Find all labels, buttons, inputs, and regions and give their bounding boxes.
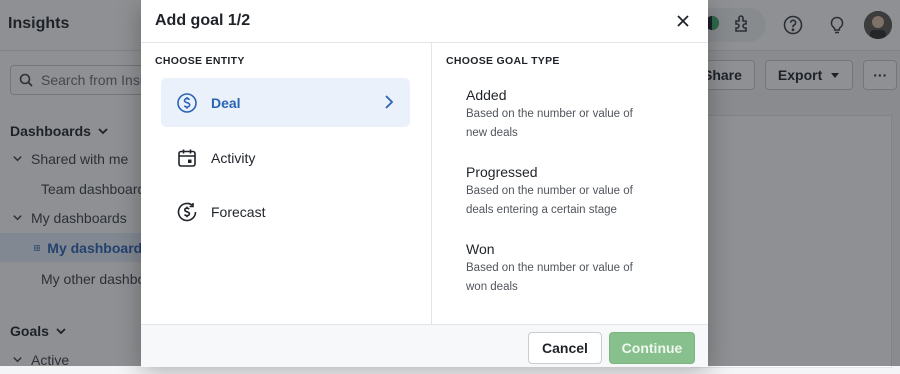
- entity-heading: CHOOSE ENTITY: [155, 55, 245, 67]
- goal-type-added[interactable]: Added Based on the number or value of ne…: [466, 87, 686, 143]
- calendar-icon: [175, 146, 199, 170]
- continue-button[interactable]: Continue: [609, 332, 695, 364]
- goal-type-progressed[interactable]: Progressed Based on the number or value …: [466, 164, 686, 220]
- close-icon: [677, 15, 689, 27]
- entity-column: CHOOSE ENTITY Deal Activity Forecast: [141, 43, 432, 324]
- modal-title: Add goal 1/2: [155, 12, 251, 29]
- goal-type-description: Based on the number or value of new deal…: [466, 108, 633, 139]
- goal-type-column: CHOOSE GOAL TYPE Added Based on the numb…: [432, 43, 708, 324]
- add-goal-modal: Add goal 1/2 CHOOSE ENTITY Deal Activity…: [141, 0, 708, 367]
- entity-label: Activity: [211, 149, 256, 166]
- goal-type-won[interactable]: Won Based on the number or value of won …: [466, 241, 686, 297]
- dollar-circle-icon: [175, 91, 199, 115]
- cancel-button[interactable]: Cancel: [528, 332, 602, 364]
- goal-type-name: Added: [466, 87, 507, 103]
- goal-type-heading: CHOOSE GOAL TYPE: [446, 55, 560, 67]
- forecast-icon: [175, 200, 199, 224]
- modal-footer: Cancel Continue: [141, 324, 708, 367]
- close-button[interactable]: [672, 10, 694, 32]
- chevron-right-icon: [385, 95, 394, 109]
- goal-type-description: Based on the number or value of won deal…: [466, 262, 633, 293]
- entity-label: Deal: [211, 94, 241, 111]
- entity-forecast[interactable]: Forecast: [161, 187, 410, 236]
- goal-type-description: Based on the number or value of deals en…: [466, 185, 633, 216]
- entity-activity[interactable]: Activity: [161, 133, 410, 182]
- goal-type-name: Won: [466, 241, 495, 257]
- entity-deal[interactable]: Deal: [161, 78, 410, 127]
- goal-type-name: Progressed: [466, 164, 538, 180]
- entity-label: Forecast: [211, 203, 266, 220]
- modal-header: Add goal 1/2: [141, 0, 708, 43]
